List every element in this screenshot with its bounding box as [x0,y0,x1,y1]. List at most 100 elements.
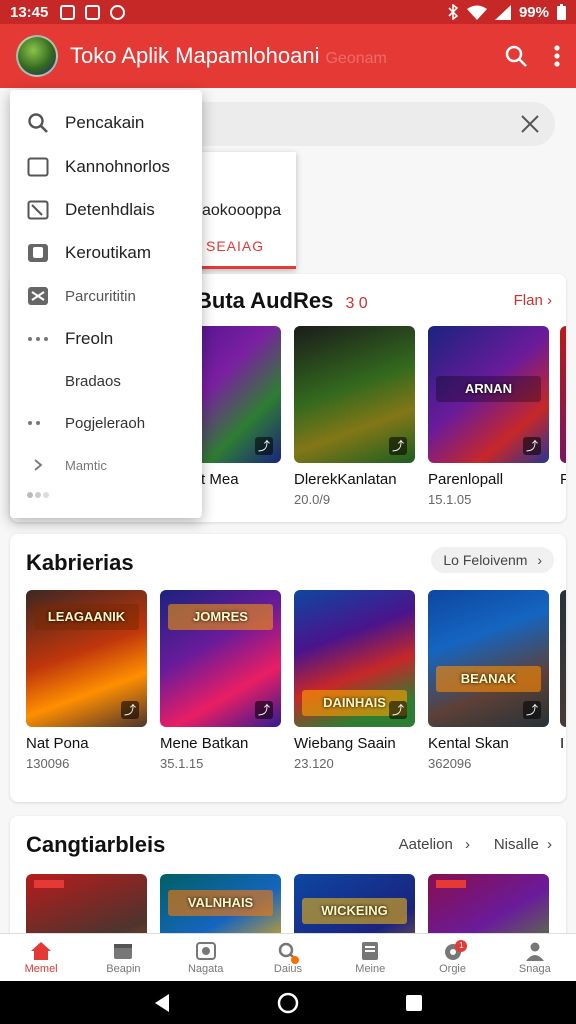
drawer-item[interactable]: Mamtic [10,445,202,485]
search-input[interactable] [160,102,555,146]
section-link-label: Aatelion [398,836,453,853]
drawer-item-search[interactable]: Pencakain [10,103,202,143]
drawer-item[interactable]: Bradaos [10,361,202,401]
app-tile[interactable]: ARNAN ⤴ Parenlopall 15.1.05 [428,326,549,507]
back-icon[interactable] [153,993,171,1013]
more-indicator [26,486,50,504]
play-icon: ⤴ [255,437,273,455]
nav-label: Memel [24,962,58,975]
more-vert-icon[interactable] [554,45,560,67]
app-tile[interactable]: I [560,590,566,752]
nav-item[interactable]: Daius [247,934,329,981]
app-artwork[interactable]: ARNAN ⤴ [428,326,549,463]
battery-level: 99% [518,3,549,21]
app-meta: 362096 [428,756,472,771]
notification-dot [290,956,299,964]
app-artwork[interactable]: WICKEING [294,874,415,933]
app-meta: 20.0/9 [294,492,331,507]
wifi-icon [466,5,487,20]
app-artwork-text: JOMRES [168,604,273,630]
popup-text: aokoooppa [202,202,282,219]
drawer-item[interactable]: Kannohnorlos [10,147,202,187]
app-tile[interactable]: P [560,326,566,488]
drawer-item-label: Pogjeleraoh [65,414,146,432]
drawer-item[interactable]: Pogjeleraoh [10,403,202,443]
app-tile[interactable]: LEAGAANIK ⤴ Nat Pona 130096 [26,590,147,771]
app-name: Kental Skan [428,735,509,752]
app-tile[interactable]: JOMRES ⤴ Mene Batkan 35.1.15 [160,590,281,771]
nav-item[interactable]: Snaga [494,934,576,981]
home-button-icon[interactable] [277,992,299,1014]
battery-icon [557,4,566,20]
avatar[interactable] [16,35,58,77]
app-artwork[interactable] [560,326,566,463]
drawer-item-label: Kannohnorlos [65,157,170,176]
category-pill[interactable]: Lo Feloivenm › [431,547,554,573]
app-tile[interactable]: DAINHAIS ⤴ Wiebang Saain 23.120 [294,590,415,771]
app-tile[interactable]: BEANAK ⤴ Kental Skan 362096 [428,590,549,771]
app-artwork[interactable]: ⤴ [294,326,415,463]
app-artwork[interactable]: BEANAK ⤴ [428,590,549,727]
app-artwork[interactable]: DAINHAIS ⤴ [294,590,415,727]
play-icon: ⤴ [255,701,273,719]
section-title: Kabrierias [26,550,134,575]
section-title-text: Buta AudRes [196,288,334,313]
diagonal-square-icon [27,200,49,220]
drawer-item[interactable]: Keroutikam [10,233,202,273]
section-title: Buta AudRes 3 0 [196,288,368,314]
nav-label: Snaga [518,962,551,975]
nav-item[interactable]: Nagata [165,934,247,981]
search-icon[interactable] [504,44,528,68]
drawer-item-label: Bradaos [65,372,121,390]
app-artwork[interactable] [26,874,147,933]
see-all-label: Flan [513,292,543,309]
section-link[interactable]: Aatelion › [399,836,470,853]
drawer-item-label: Pencakain [65,113,145,132]
drawer-item[interactable]: Freoln [10,319,202,359]
popup-card[interactable]: aokoooppa SEAIAG [190,152,296,269]
page-title-text: Toko Aplik Mapamlohoani [70,43,320,68]
app-badge [436,880,466,888]
drawer-item[interactable]: Detenhdlais [10,190,202,230]
app-artwork-text: ARNAN [436,376,541,402]
app-artwork[interactable]: LEAGAANIK ⤴ [26,590,147,727]
section-card: Kabrierias Lo Feloivenm › LEAGAANIK ⤴ Na… [10,534,566,802]
app-name: Wiebang Saain [294,735,396,752]
nav-label: Beapin [106,962,141,975]
app-tile[interactable]: VALNHAIS [160,874,281,933]
square-icon [27,157,49,177]
section-link[interactable]: Nisalle › [494,836,552,853]
close-icon[interactable] [519,113,541,135]
app-tile[interactable] [428,874,549,933]
bottom-navigation: Memel Beapin Nagata Daius Meine Orgie 1 … [0,933,576,981]
app-tile[interactable] [26,874,147,933]
see-all-link[interactable]: Flan › [514,292,552,309]
app-artwork[interactable] [428,874,549,933]
app-artwork[interactable]: VALNHAIS [160,874,281,933]
drawer-item[interactable]: Parcurititin [10,276,202,316]
app-artwork[interactable]: JOMRES ⤴ [160,590,281,727]
app-name: Mene Batkan [160,735,249,752]
notification-icon [110,4,126,20]
nav-item[interactable]: Meine [329,934,411,981]
nav-item[interactable]: Beapin [82,934,164,981]
nav-item-home[interactable]: Memel [0,934,82,981]
document-icon [362,941,379,960]
drawer-item-label: Freoln [65,329,114,348]
recents-icon[interactable] [405,994,423,1012]
person-icon [525,942,544,961]
play-icon: ⤴ [389,437,407,455]
app-meta: 130096 [26,756,70,771]
drawer-menu: Pencakain Kannohnorlos Detenhdlais Kerou… [10,90,202,518]
app-artwork[interactable] [560,590,566,727]
app-meta: 23.120 [294,756,334,771]
popup-action[interactable]: SEAIAG [206,238,264,254]
image-icon [195,941,216,960]
nav-item[interactable]: Orgie 1 [411,934,493,981]
notification-badge: 1 [455,940,468,952]
system-navigation [0,981,576,1024]
section-count: 3 0 [345,295,368,312]
app-tile[interactable]: ⤴ DlerekKanlatan 20.0/9 [294,326,415,507]
app-tile[interactable]: WICKEING [294,874,415,933]
signal-icon [494,4,511,20]
